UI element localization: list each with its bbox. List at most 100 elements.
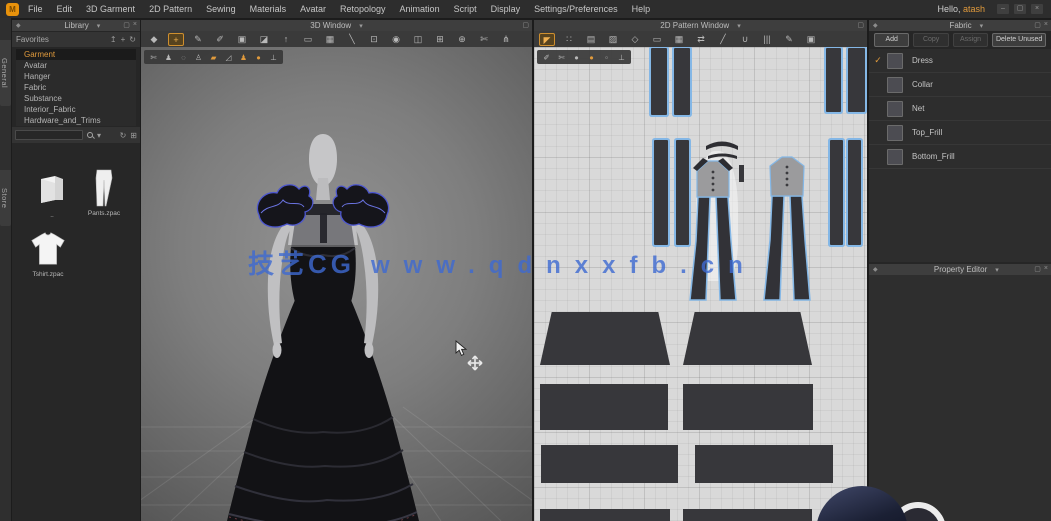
fabric-swatch[interactable] [887,52,903,69]
show-pin-icon[interactable]: ◌ [178,52,189,63]
grid-view-icon[interactable]: ⊞ [130,131,137,140]
edit-pattern-icon[interactable]: ∷ [561,33,577,46]
sync-icon[interactable]: ↻ [120,131,127,140]
transform-pattern-icon[interactable]: ◤ [539,32,555,46]
mirror-paste-icon[interactable]: ⇄ [693,33,709,46]
float-panel-icon[interactable]: ▢ [1034,21,1041,29]
show-mesh-icon[interactable]: ● [571,52,582,63]
segment-sewing-icon[interactable]: ╱ [715,33,731,46]
gown-skirt[interactable] [227,300,419,521]
pattern-piece-strip[interactable] [848,140,861,245]
float-panel-icon[interactable]: ▢ [123,21,130,29]
show-avatar-icon[interactable]: ♟ [163,52,174,63]
file-item-parent-folder[interactable]: .. [30,170,74,219]
copy-pattern-icon[interactable]: ▤ [583,33,599,46]
avatar-mannequin[interactable] [141,47,532,521]
favorites-item[interactable]: Fabric [16,82,136,93]
rail-tab-store[interactable]: Store [0,170,11,226]
fabric-item[interactable]: Top_Frill [869,121,1051,145]
steam-brush-icon[interactable]: ◉ [388,33,404,46]
fabric-action-button[interactable]: Copy [913,33,949,47]
fabric-item[interactable]: Net [869,97,1051,121]
3d-window-header[interactable]: 3D Window ▾ ▢ [141,20,532,31]
menu-item[interactable]: Animation [400,4,440,14]
pattern-piece-frill[interactable] [695,445,833,483]
search-icon[interactable] [86,131,94,139]
menu-item[interactable]: Edit [57,4,73,14]
show-style-icon[interactable]: ▰ [208,52,219,63]
fabric-panel-header[interactable]: ◆ Fabric ▾ ▢ × [869,20,1051,31]
pattern-piece-strip[interactable] [848,48,865,112]
file-item-pants[interactable]: Pants.zpac [82,168,126,217]
float-panel-icon[interactable]: ▢ [857,21,864,29]
fold-arrangement-icon[interactable]: ◪ [256,33,272,46]
add-favorite-icon[interactable]: + [121,35,126,44]
pattern-piece-frill[interactable] [683,509,812,521]
show-texture-icon[interactable]: ● [586,52,597,63]
pattern-piece-skirt-panel[interactable] [683,312,812,365]
rectangle-icon[interactable]: ▭ [649,33,665,46]
menu-item[interactable]: Display [491,4,521,14]
pose-icon[interactable]: ⋔ [498,33,514,46]
favorites-item[interactable]: Garment [16,49,136,60]
cut-sew-icon[interactable]: ✄ [556,52,567,63]
show-grid-icon[interactable]: ◿ [223,52,234,63]
pattern-piece-frill[interactable] [540,509,670,521]
image-icon[interactable]: ▨ [605,33,621,46]
menu-item[interactable]: Retopology [340,4,386,14]
pattern-piece-bodice[interactable] [762,154,812,303]
search-filter-chevron-icon[interactable]: ▾ [97,131,101,140]
pattern-piece-strip[interactable] [654,140,668,245]
select-move-icon[interactable]: + [168,32,184,46]
menu-item[interactable]: Avatar [300,4,326,14]
pattern-piece-skirt-panel[interactable] [540,312,670,365]
menu-item[interactable]: Settings/Preferences [534,4,618,14]
pin-icon[interactable]: ◆ [873,22,878,29]
rail-tab-general[interactable]: General [0,40,11,106]
close-panel-icon[interactable]: × [133,21,137,29]
pin-box-icon[interactable]: ⊡ [366,33,382,46]
menu-item[interactable]: Script [454,4,477,14]
menu-item[interactable]: Help [632,4,651,14]
chevron-down-icon[interactable]: ▾ [97,22,101,30]
chevron-down-icon[interactable]: ▾ [737,22,741,30]
search-input[interactable] [15,130,83,140]
show-stand-icon[interactable]: ⊥ [268,52,279,63]
property-editor-header[interactable]: ◆ Property Editor ▾ ▢ × [869,264,1051,275]
fabric-action-button[interactable]: Assign [952,33,989,47]
pattern-piece-frill[interactable] [683,384,813,430]
shirt-template-icon[interactable]: ▣ [803,33,819,46]
menu-item[interactable]: Materials [250,4,287,14]
gizmo-icon[interactable]: ⊕ [454,33,470,46]
menu-item[interactable]: 2D Pattern [149,4,192,14]
favorites-item[interactable]: Avatar [16,60,136,71]
pattern-piece-collar[interactable] [705,137,739,150]
detail-view-icon[interactable]: ▫ [601,52,612,63]
fabric-swatch[interactable] [887,100,903,117]
favorites-item[interactable]: Substance [16,93,136,104]
reset-arrangement-icon[interactable]: ↑ [278,33,294,46]
pattern-piece-strip[interactable] [651,48,667,115]
favorites-item[interactable]: Hardware_and_Trims [16,115,136,126]
arrangement-board-icon[interactable]: ▭ [300,33,316,46]
chevron-down-icon[interactable]: ▾ [995,266,999,274]
chevron-down-icon[interactable]: ▾ [980,22,984,30]
menu-item[interactable]: 3D Garment [86,4,135,14]
library-panel-header[interactable]: ◆ Library ▾ ▢ × [12,20,140,31]
pen-3d-icon[interactable]: ✎ [190,33,206,46]
fabric-action-button[interactable]: Delete Unused [992,33,1046,47]
username[interactable]: atash [963,4,985,14]
menu-item[interactable]: File [28,4,43,14]
arrangement-grid-icon[interactable]: ▦ [322,33,338,46]
float-panel-icon[interactable]: ▢ [1034,265,1041,273]
3d-viewport[interactable]: ✄ ♟ ◌ ♙ ▰ ◿ ♟ ● ⊥ [141,47,532,521]
maximize-button[interactable]: ▢ [1014,4,1026,14]
fabric-swatch[interactable] [887,124,903,141]
fabric-item[interactable]: ✓ Dress [869,49,1051,73]
pattern-piece-bar[interactable] [739,165,744,182]
2d-window-header[interactable]: 2D Pattern Window ▾ ▢ [534,20,867,31]
show-garment-icon[interactable]: ✄ [148,52,159,63]
scissors-3d-icon[interactable]: ✄ [476,33,492,46]
add-point-icon[interactable]: ◇ [627,33,643,46]
stamp-icon[interactable]: ⊥ [616,52,627,63]
